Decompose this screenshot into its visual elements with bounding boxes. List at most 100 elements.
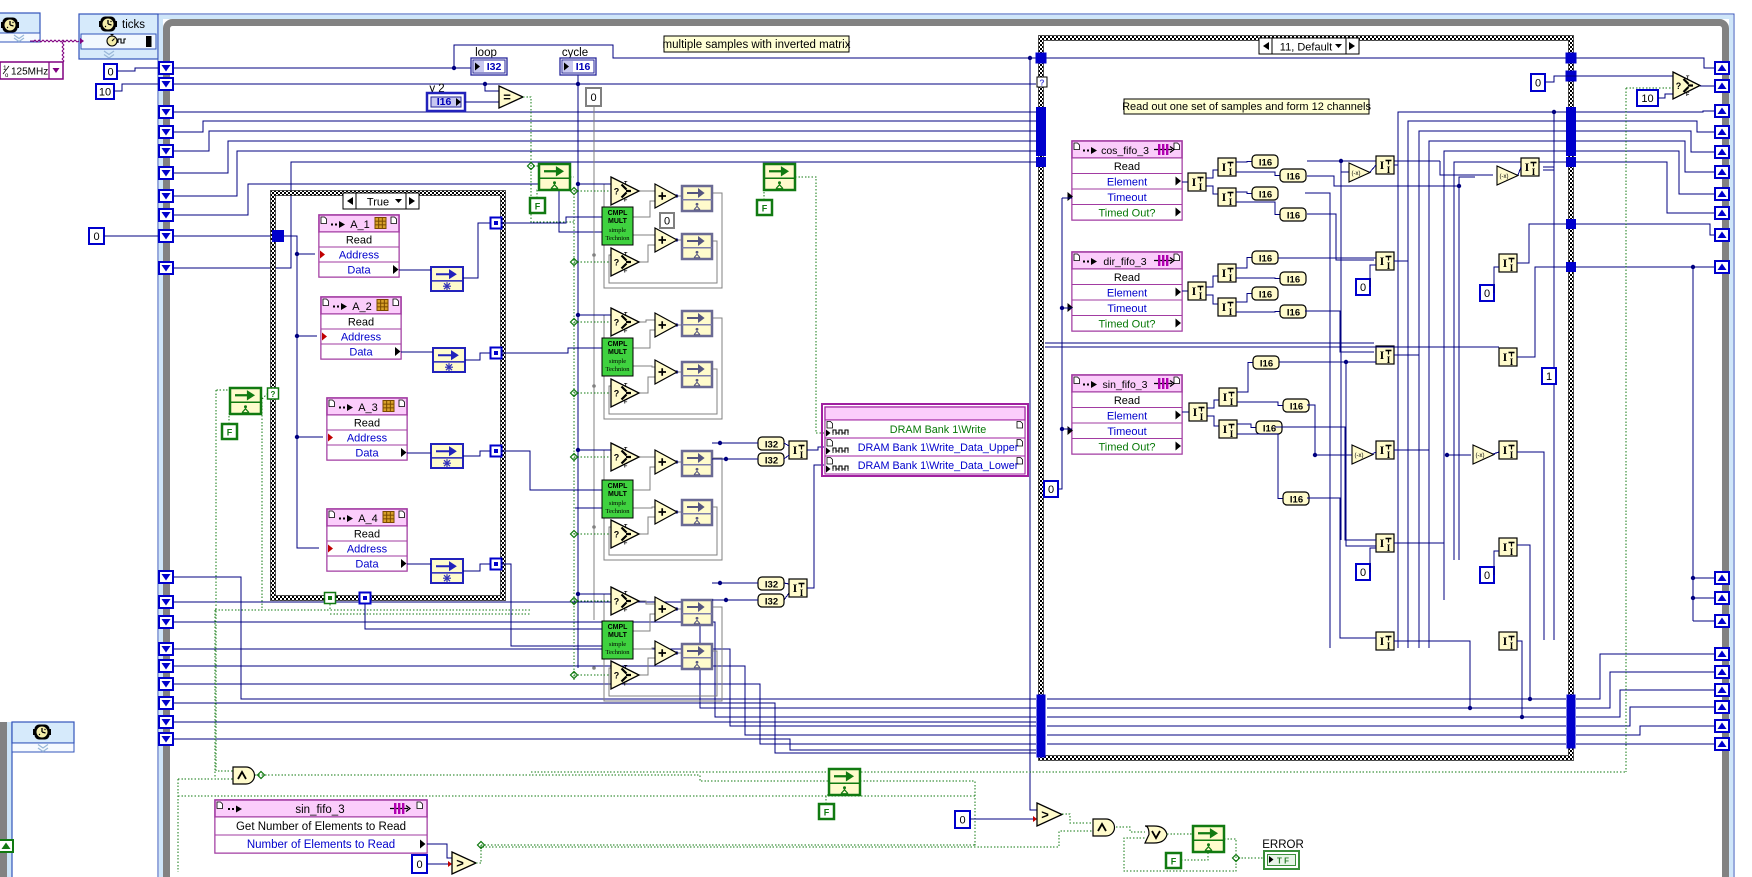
svg-text:DRAM Bank 1\Write_Data_Lower: DRAM Bank 1\Write_Data_Lower bbox=[858, 460, 1019, 472]
svg-text:I: I bbox=[1387, 355, 1391, 365]
svg-text:CMPL: CMPL bbox=[608, 210, 629, 217]
svg-text:I: I bbox=[793, 581, 798, 595]
svg-text:I: I bbox=[1503, 443, 1508, 457]
svg-text:I: I bbox=[793, 443, 798, 457]
svg-text:0: 0 bbox=[1535, 78, 1541, 90]
svg-text:125MHz: 125MHz bbox=[11, 67, 48, 78]
svg-text:loop: loop bbox=[475, 47, 497, 59]
svg-text:11, Default: 11, Default bbox=[1280, 42, 1332, 54]
svg-text:I16: I16 bbox=[1287, 308, 1300, 319]
svg-text:I16: I16 bbox=[1290, 495, 1303, 506]
svg-text:I: I bbox=[1525, 160, 1530, 174]
svg-text:I: I bbox=[1223, 390, 1228, 404]
svg-text:I: I bbox=[1222, 300, 1227, 314]
svg-text:sin_fifo_3: sin_fifo_3 bbox=[295, 804, 344, 816]
svg-text:Number of Elements to Read: Number of Elements to Read bbox=[247, 839, 395, 851]
svg-text:I: I bbox=[1387, 641, 1391, 651]
svg-text:I: I bbox=[1229, 197, 1233, 207]
svg-text:F: F bbox=[227, 428, 233, 438]
svg-text:A_2: A_2 bbox=[352, 301, 372, 313]
svg-text:I: I bbox=[1229, 307, 1233, 317]
svg-text:Element: Element bbox=[1107, 288, 1147, 300]
svg-text:I: I bbox=[1230, 429, 1234, 439]
svg-text:I32: I32 bbox=[487, 61, 502, 73]
svg-text:0: 0 bbox=[590, 92, 596, 104]
svg-text:I: I bbox=[1532, 167, 1536, 177]
svg-text:I16: I16 bbox=[1259, 158, 1272, 169]
svg-text:I32: I32 bbox=[765, 580, 778, 591]
svg-text:I: I bbox=[1380, 634, 1385, 648]
svg-text:Read: Read bbox=[1114, 161, 1140, 173]
svg-text:I: I bbox=[1380, 348, 1385, 362]
svg-text:I: I bbox=[1193, 405, 1198, 419]
svg-text:Data: Data bbox=[355, 559, 379, 571]
svg-text:(-x): (-x) bbox=[1355, 453, 1364, 459]
svg-text:I16: I16 bbox=[437, 96, 452, 108]
svg-text:I: I bbox=[1380, 443, 1385, 457]
svg-text:I: I bbox=[1222, 160, 1227, 174]
svg-text:MULT: MULT bbox=[608, 491, 628, 498]
svg-text:cycle: cycle bbox=[562, 47, 588, 59]
svg-text:?: ? bbox=[614, 671, 620, 681]
svg-text:MULT: MULT bbox=[608, 632, 628, 639]
svg-text:0: 0 bbox=[1484, 288, 1490, 300]
svg-text:I16: I16 bbox=[1287, 172, 1300, 183]
svg-text:Timeout: Timeout bbox=[1107, 303, 1146, 315]
svg-text:Address: Address bbox=[339, 250, 380, 262]
svg-text:I16: I16 bbox=[1259, 254, 1272, 265]
svg-text:I32: I32 bbox=[765, 597, 778, 608]
svg-text:I: I bbox=[1387, 261, 1391, 271]
svg-text:I: I bbox=[1510, 641, 1514, 651]
svg-text:>: > bbox=[1041, 807, 1049, 822]
svg-text:I: I bbox=[1387, 450, 1391, 460]
svg-text:simple: simple bbox=[609, 358, 626, 365]
svg-text:0: 0 bbox=[1360, 282, 1366, 294]
svg-text:F: F bbox=[762, 204, 768, 214]
svg-text:MULT: MULT bbox=[608, 349, 628, 356]
svg-text:I: I bbox=[1387, 543, 1391, 553]
svg-text:sin_fifo_3: sin_fifo_3 bbox=[1103, 379, 1148, 391]
svg-text:Data: Data bbox=[347, 265, 371, 277]
svg-text:?: ? bbox=[1676, 81, 1682, 91]
svg-text:?: ? bbox=[614, 258, 620, 268]
svg-text:?: ? bbox=[1039, 78, 1044, 88]
svg-text:0: 0 bbox=[1360, 567, 1366, 579]
svg-text:Timed Out?: Timed Out? bbox=[1098, 442, 1155, 454]
svg-text:Element: Element bbox=[1107, 411, 1147, 423]
svg-text:Read: Read bbox=[354, 529, 380, 541]
svg-text:0: 0 bbox=[664, 216, 670, 228]
svg-text:I: I bbox=[1223, 422, 1228, 436]
svg-text:(-x): (-x) bbox=[1352, 171, 1361, 177]
svg-text:simple: simple bbox=[609, 227, 626, 234]
svg-text:I16: I16 bbox=[1287, 211, 1300, 222]
svg-text:Address: Address bbox=[341, 332, 382, 344]
svg-text:I16: I16 bbox=[576, 61, 591, 73]
svg-text:Data: Data bbox=[355, 448, 379, 460]
svg-text:CMPL: CMPL bbox=[608, 483, 629, 490]
svg-text:Read: Read bbox=[1114, 395, 1140, 407]
svg-text:I: I bbox=[1510, 263, 1514, 273]
svg-text:I16: I16 bbox=[1259, 290, 1272, 301]
svg-text:Timed Out?: Timed Out? bbox=[1098, 208, 1155, 220]
svg-text:A_4: A_4 bbox=[358, 513, 378, 525]
svg-text:I: I bbox=[800, 588, 804, 598]
svg-text:I32: I32 bbox=[765, 456, 778, 467]
svg-text:I16: I16 bbox=[1287, 275, 1300, 286]
svg-text:CMPL: CMPL bbox=[608, 341, 629, 348]
svg-text:0: 0 bbox=[1484, 570, 1490, 582]
svg-text:A_3: A_3 bbox=[358, 402, 378, 414]
svg-text:Read: Read bbox=[346, 235, 372, 247]
svg-text:Technion: Technion bbox=[605, 235, 630, 242]
svg-text:MULT: MULT bbox=[608, 218, 628, 225]
svg-text:Read: Read bbox=[1114, 272, 1140, 284]
svg-text:I: I bbox=[1387, 165, 1391, 175]
svg-text:T F: T F bbox=[1277, 857, 1289, 866]
svg-text:Technion: Technion bbox=[605, 649, 630, 656]
svg-text:Read: Read bbox=[354, 418, 380, 430]
svg-text:I: I bbox=[1503, 256, 1508, 270]
svg-text:I: I bbox=[1199, 182, 1203, 192]
svg-text:I: I bbox=[1510, 357, 1514, 367]
svg-text:I: I bbox=[1199, 291, 1203, 301]
svg-text:1: 1 bbox=[1546, 371, 1552, 383]
svg-text:?: ? bbox=[614, 530, 620, 540]
